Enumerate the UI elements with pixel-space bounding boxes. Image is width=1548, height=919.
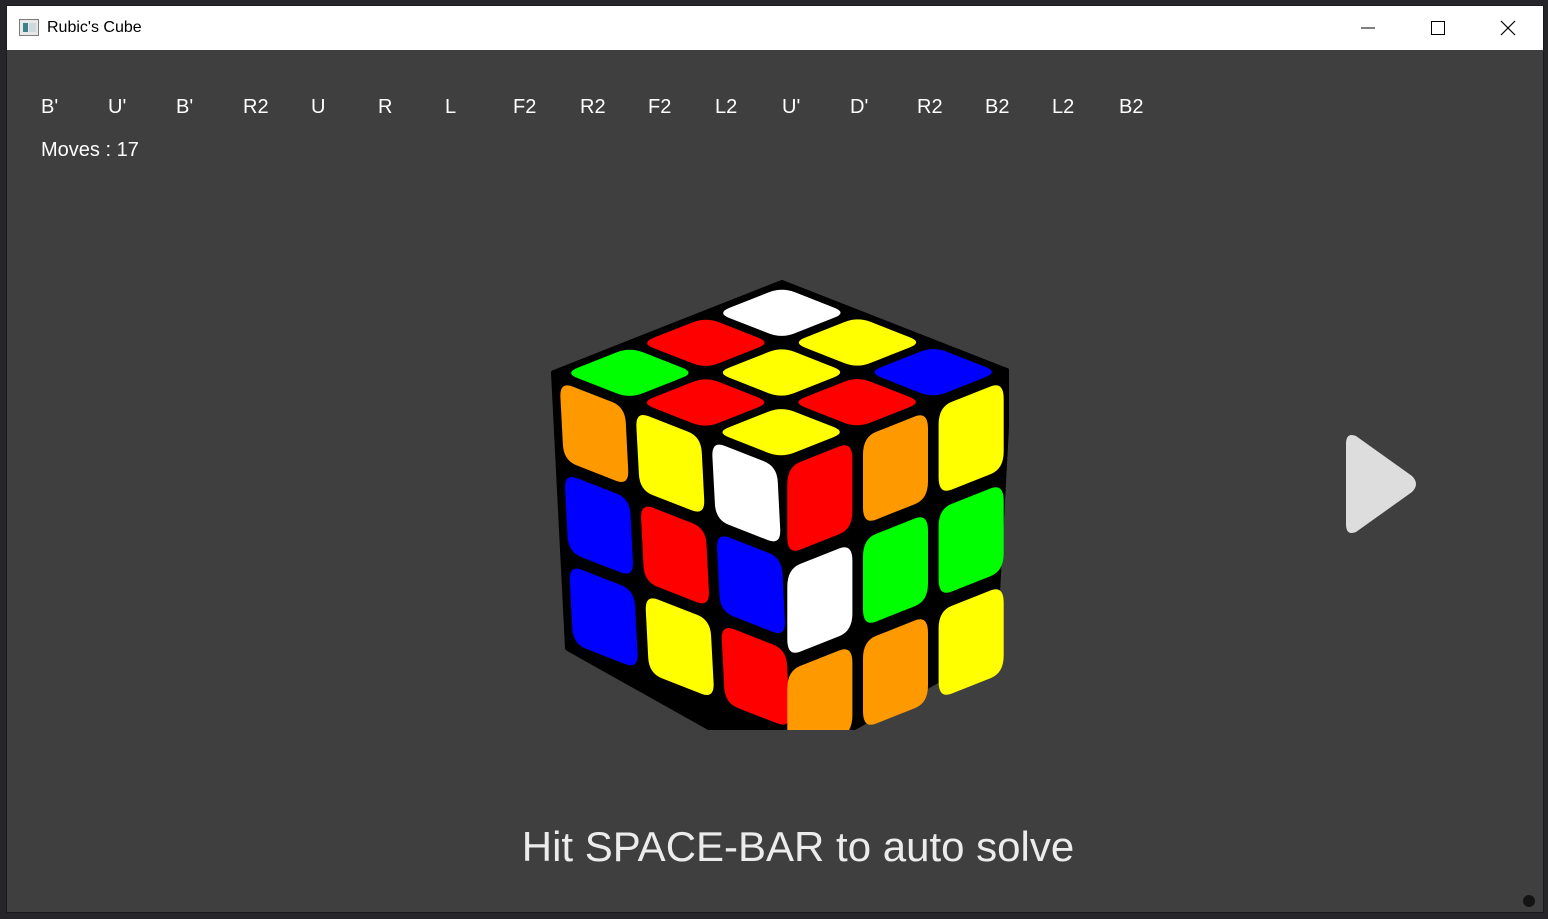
minimize-button[interactable] — [1333, 6, 1403, 50]
play-arrow-icon — [1346, 435, 1416, 533]
game-view[interactable]: B' U' B' R2 U R L F2 R2 F2 L2 U' D' R2 B… — [7, 50, 1543, 912]
maximize-icon — [1431, 21, 1445, 35]
scramble-move: R2 — [917, 96, 943, 118]
app-window: Rubic's Cube B' U' B' R2 U R L F2 R2 F2 … — [7, 6, 1543, 912]
moves-count: Moves : 17 — [41, 139, 139, 161]
scramble-move: U' — [782, 96, 801, 118]
scramble-move: B2 — [985, 96, 1010, 118]
app-icon — [19, 19, 39, 36]
maximize-button[interactable] — [1403, 6, 1473, 50]
close-icon — [1500, 20, 1516, 36]
scramble-move: L2 — [715, 96, 738, 118]
scramble-move: R2 — [580, 96, 606, 118]
scramble-move: U' — [108, 96, 127, 118]
status-indicator — [1523, 895, 1535, 907]
scramble-move: B' — [176, 96, 194, 118]
scramble-move: B' — [41, 96, 59, 118]
scramble-move: R2 — [243, 96, 269, 118]
title-bar[interactable]: Rubic's Cube — [7, 6, 1543, 50]
scramble-move: B2 — [1119, 96, 1144, 118]
scramble-move: L2 — [1052, 96, 1075, 118]
scramble-move: U — [311, 96, 326, 118]
close-button[interactable] — [1473, 6, 1543, 50]
scramble-move: F2 — [513, 96, 537, 118]
scramble-move: R — [378, 96, 393, 118]
scramble-move: L — [445, 96, 457, 118]
scramble-move: F2 — [648, 96, 672, 118]
window-title: Rubic's Cube — [47, 19, 142, 36]
scramble-move: D' — [850, 96, 869, 118]
next-button[interactable] — [1342, 432, 1422, 536]
minimize-icon — [1361, 27, 1375, 29]
auto-solve-hint: Hit SPACE-BAR to auto solve — [521, 823, 1075, 870]
rubiks-cube[interactable] — [543, 234, 1009, 730]
